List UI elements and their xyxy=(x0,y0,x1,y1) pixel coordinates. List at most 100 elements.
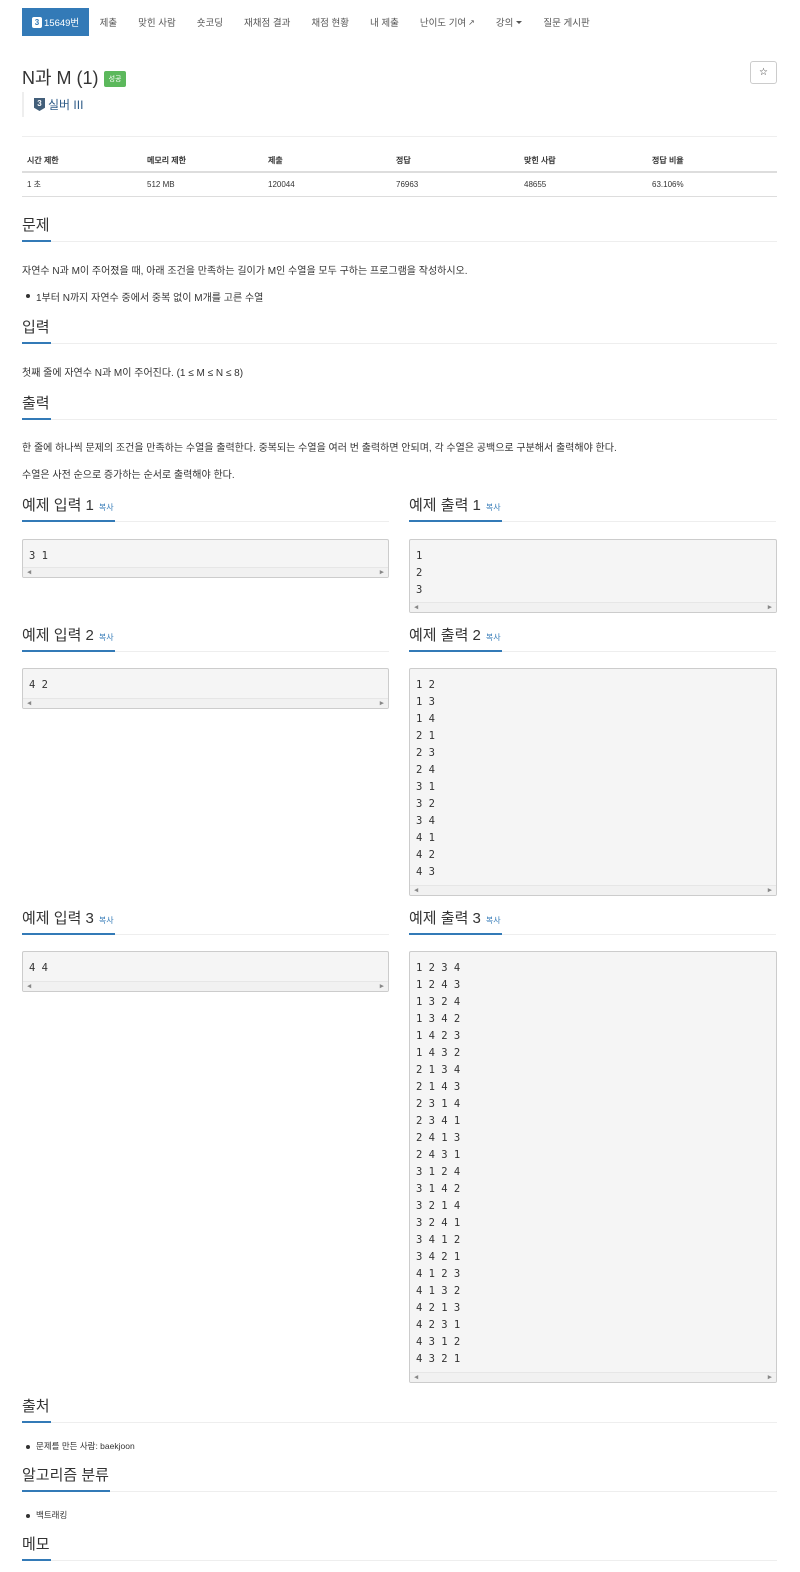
scroll-right-icon[interactable]: ▶ xyxy=(380,699,384,707)
code-line: 4 2 1 3 xyxy=(416,1302,461,1314)
star-icon: ☆ xyxy=(759,67,768,78)
problem-info-table: 시간 제한 메모리 제한 제출 정답 맞힌 사람 정답 비율 1 초 512 M… xyxy=(22,150,777,197)
example-input-2-box[interactable]: 4 2 ◀ ▶ xyxy=(22,668,389,709)
divider xyxy=(22,136,777,137)
tier-label: 실버 III xyxy=(48,98,84,112)
scroll-left-icon[interactable]: ◀ xyxy=(414,603,418,611)
scroll-left-icon[interactable]: ◀ xyxy=(27,699,31,707)
source-text[interactable]: 문제를 만든 사람: baekjoon xyxy=(36,1441,135,1451)
nav-item-board[interactable]: 질문 게시판 xyxy=(533,8,600,36)
code-line: 2 3 4 1 xyxy=(416,1115,461,1127)
section-title: 예제 입력 3 복사 xyxy=(22,908,115,935)
nav-item-difficulty[interactable]: 난이도 기여 ↗ xyxy=(409,8,485,36)
heading-text: 예제 출력 2 xyxy=(409,627,481,644)
section-source-heading: 출처 xyxy=(22,1396,777,1423)
example-output-3-box[interactable]: 1 2 3 4 1 2 4 3 1 3 2 4 1 3 4 2 1 4 2 3 1 4 3… xyxy=(409,951,777,1383)
section-title: 문제 xyxy=(22,215,51,242)
horizontal-scrollbar[interactable]: ◀ ▶ xyxy=(410,885,776,895)
scroll-left-icon[interactable]: ◀ xyxy=(27,982,31,990)
section-title: 출력 xyxy=(22,393,51,420)
code-line: 3 xyxy=(416,584,423,596)
scroll-right-icon[interactable]: ▶ xyxy=(380,568,384,576)
horizontal-scrollbar[interactable]: ◀ ▶ xyxy=(410,1372,776,1382)
problem-nav: 3 15649번 제출 맞힌 사람 숏코딩 재채점 결과 채점 현황 내 제출 … xyxy=(22,8,600,36)
code-line: 4 3 1 2 xyxy=(416,1336,461,1348)
section-title: 출처 xyxy=(22,1396,51,1423)
section-title: 예제 출력 2 복사 xyxy=(409,625,502,652)
nav-item-problem[interactable]: 3 15649번 xyxy=(22,8,90,36)
section-title: 입력 xyxy=(22,317,51,344)
code-line: 2 1 xyxy=(416,730,435,742)
header-solved-users: 맞힌 사람 xyxy=(519,150,647,173)
header-accepted: 정답 xyxy=(391,150,519,173)
example-output-2-box[interactable]: 1 2 1 3 1 4 2 1 2 3 2 4 3 1 3 2 3 4 4 1 4 2 4 3 ◀ ▶ xyxy=(409,668,777,896)
section-description-heading: 문제 xyxy=(22,215,777,242)
code-line: 1 2 4 3 xyxy=(416,979,461,991)
code-line: 3 1 xyxy=(416,781,435,793)
copy-button[interactable]: 복사 xyxy=(486,503,501,512)
caret-down-icon xyxy=(516,20,523,24)
nav-item-rejudge[interactable]: 재채점 결과 xyxy=(234,8,301,36)
horizontal-scrollbar[interactable]: ◀ ▶ xyxy=(23,698,388,708)
code-line: 4 1 xyxy=(416,832,435,844)
tier-link[interactable]: 3 실버 III xyxy=(22,92,83,117)
section-title: 예제 출력 3 복사 xyxy=(409,908,502,935)
code-line: 4 3 2 1 xyxy=(416,1353,461,1365)
section-output-heading: 출력 xyxy=(22,393,777,420)
code-line: 2 3 xyxy=(416,747,435,759)
cell-solved-users: 48655 xyxy=(519,172,647,197)
algorithm-tag-link[interactable]: 백트래킹 xyxy=(36,1510,67,1520)
code-lines: 1 2 1 3 1 4 2 1 2 3 2 4 3 1 3 2 3 4 4 1 4 2 4 3 xyxy=(410,669,776,881)
code-line: 1 2 3 4 xyxy=(416,962,461,974)
code-line: 2 3 1 4 xyxy=(416,1098,461,1110)
nav-item-my-submissions[interactable]: 내 제출 xyxy=(359,8,409,36)
star-button[interactable]: ☆ xyxy=(750,61,777,84)
nav-item-label: 강의 xyxy=(495,18,514,29)
copy-button[interactable]: 복사 xyxy=(486,633,501,642)
scroll-right-icon[interactable]: ▶ xyxy=(768,1373,772,1381)
code-line: 2 1 3 4 xyxy=(416,1064,461,1076)
scroll-left-icon[interactable]: ◀ xyxy=(27,568,31,576)
heading-text: 예제 출력 1 xyxy=(409,497,481,514)
code-line: 3 2 xyxy=(416,798,435,810)
nav-item-solved-users[interactable]: 맞힌 사람 xyxy=(128,8,187,36)
input-text: 첫째 줄에 자연수 N과 M이 주어진다. (1 ≤ M ≤ N ≤ 8) xyxy=(22,368,244,379)
code-line: 3 1 4 2 xyxy=(416,1183,461,1195)
scroll-right-icon[interactable]: ▶ xyxy=(768,886,772,894)
output-text-2: 수열은 사전 순으로 증가하는 순서로 출력해야 한다. xyxy=(22,470,235,481)
cell-time-limit: 1 초 xyxy=(22,172,142,197)
example-input-1-box[interactable]: 3 1 ◀ ▶ xyxy=(22,539,389,578)
section-memo-heading: 메모 xyxy=(22,1534,777,1561)
example-input-2-heading: 예제 입력 2 복사 xyxy=(22,625,389,652)
horizontal-scrollbar[interactable]: ◀ ▶ xyxy=(410,602,776,612)
code-line: 4 1 2 3 xyxy=(416,1268,461,1280)
code-line: 1 3 xyxy=(416,696,435,708)
heading-text: 예제 입력 1 xyxy=(22,497,94,514)
horizontal-scrollbar[interactable]: ◀ ▶ xyxy=(23,567,388,577)
nav-item-short-coding[interactable]: 숏코딩 xyxy=(186,8,233,36)
copy-button[interactable]: 복사 xyxy=(99,916,114,925)
tier-badge-icon: 3 xyxy=(32,16,42,28)
cell-accepted: 76963 xyxy=(391,172,519,197)
output-text-1: 한 줄에 하나씩 문제의 조건을 만족하는 수열을 출력한다. 중복되는 수열을… xyxy=(22,443,617,454)
copy-button[interactable]: 복사 xyxy=(99,633,114,642)
example-output-1-box[interactable]: 1 2 3 ◀ ▶ xyxy=(409,539,777,613)
code-line: 1 xyxy=(416,550,423,562)
code-line: 1 4 2 3 xyxy=(416,1030,461,1042)
status-badge: 성공 xyxy=(103,70,127,87)
horizontal-scrollbar[interactable]: ◀ ▶ xyxy=(23,981,388,991)
nav-item-submit[interactable]: 제출 xyxy=(89,8,127,36)
nav-item-lecture-dropdown[interactable]: 강의 xyxy=(485,8,532,36)
copy-button[interactable]: 복사 xyxy=(486,916,501,925)
header-time-limit: 시간 제한 xyxy=(22,150,142,173)
scroll-left-icon[interactable]: ◀ xyxy=(414,1373,418,1381)
example-output-1-heading: 예제 출력 1 복사 xyxy=(409,495,776,522)
copy-button[interactable]: 복사 xyxy=(99,503,114,512)
scroll-right-icon[interactable]: ▶ xyxy=(380,982,384,990)
scroll-left-icon[interactable]: ◀ xyxy=(414,886,418,894)
example-input-3-box[interactable]: 4 4 ◀ ▶ xyxy=(22,951,389,992)
code-line: 3 2 4 1 xyxy=(416,1217,461,1229)
scroll-right-icon[interactable]: ▶ xyxy=(768,603,772,611)
section-title: 예제 출력 1 복사 xyxy=(409,495,502,522)
nav-item-status[interactable]: 채점 현황 xyxy=(301,8,360,36)
